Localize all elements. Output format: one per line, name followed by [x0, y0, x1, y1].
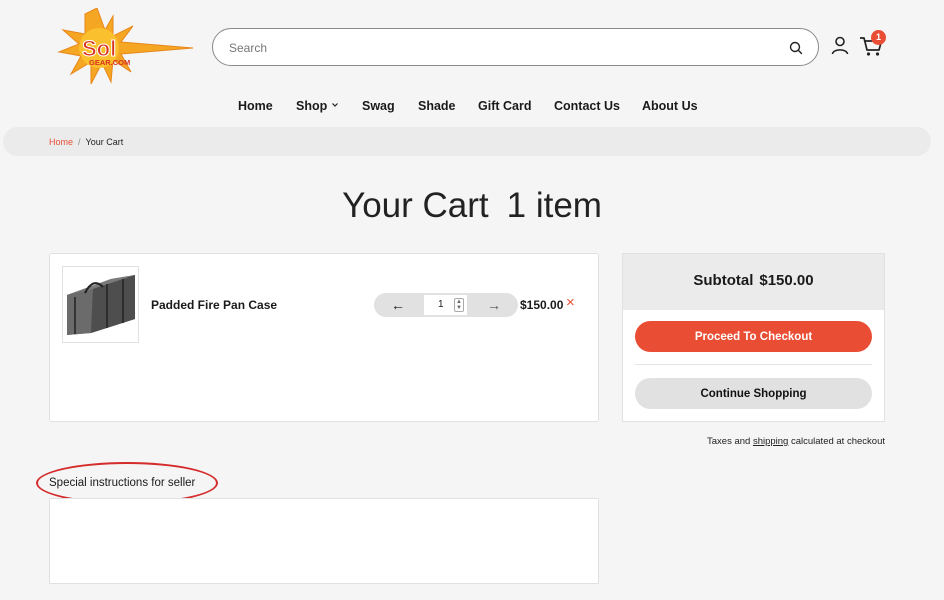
nav-item-about-us[interactable]: About Us: [642, 99, 698, 113]
decrease-quantity-icon[interactable]: ←: [391, 297, 405, 313]
quantity-stepper: ← 1 ▲ ▼ →: [374, 293, 518, 317]
cart-count-badge: 1: [871, 30, 886, 45]
nav-item-contact-us[interactable]: Contact Us: [554, 99, 620, 113]
summary-divider: [635, 364, 872, 365]
shipping-link[interactable]: shipping: [753, 436, 788, 447]
breadcrumb: Home / Your Cart: [49, 137, 123, 147]
chevron-down-icon: [332, 103, 339, 107]
remove-item-icon[interactable]: ×: [566, 295, 575, 310]
logo-subtext: GEAR.COM: [89, 58, 130, 67]
breadcrumb-home-link[interactable]: Home: [49, 137, 73, 147]
fire-pan-case-image: [67, 275, 135, 335]
taxes-note: Taxes and shipping calculated at checkou…: [600, 436, 885, 447]
nav-item-shop-label: Shop: [296, 99, 328, 113]
quantity-input[interactable]: 1 ▲ ▼: [424, 295, 467, 315]
search-input[interactable]: [229, 38, 769, 58]
special-instructions-label: Special instructions for seller: [49, 477, 196, 489]
subtotal-label: Subtotal: [693, 272, 754, 289]
nav-item-shade[interactable]: Shade: [418, 99, 456, 113]
spinner-icon[interactable]: ▲ ▼: [454, 298, 464, 312]
proceed-to-checkout-button[interactable]: Proceed To Checkout: [635, 321, 872, 352]
nav-item-home[interactable]: Home: [238, 99, 273, 113]
increase-quantity-icon[interactable]: →: [487, 297, 501, 313]
sun-icon: [57, 8, 194, 85]
user-icon[interactable]: [830, 35, 850, 55]
product-name[interactable]: Padded Fire Pan Case: [151, 298, 277, 312]
product-thumbnail[interactable]: [62, 266, 139, 343]
page-title: Your Cart 1 item: [0, 186, 944, 226]
search-icon[interactable]: [788, 40, 804, 56]
search-bar[interactable]: [212, 28, 819, 66]
taxes-text-end: calculated at checkout: [788, 436, 885, 447]
solgear-logo[interactable]: Sol GEAR.COM: [55, 8, 195, 86]
taxes-text: Taxes and: [707, 436, 753, 447]
breadcrumb-current: Your Cart: [85, 137, 124, 147]
line-item-price: $150.00: [520, 298, 564, 312]
nav-item-shop[interactable]: Shop: [296, 99, 339, 113]
nav-item-gift-card[interactable]: Gift Card: [478, 99, 531, 113]
special-instructions-textarea[interactable]: [49, 498, 599, 584]
nav-item-swag[interactable]: Swag: [362, 99, 395, 113]
subtotal: Subtotal $150.00: [622, 272, 885, 289]
page-title-text: Your Cart: [342, 186, 489, 225]
breadcrumb-bar: [3, 127, 931, 156]
quantity-value: 1: [438, 299, 444, 310]
continue-shopping-button[interactable]: Continue Shopping: [635, 378, 872, 409]
item-count: 1 item: [506, 186, 602, 225]
breadcrumb-separator: /: [78, 137, 81, 147]
subtotal-value: $150.00: [759, 272, 814, 289]
